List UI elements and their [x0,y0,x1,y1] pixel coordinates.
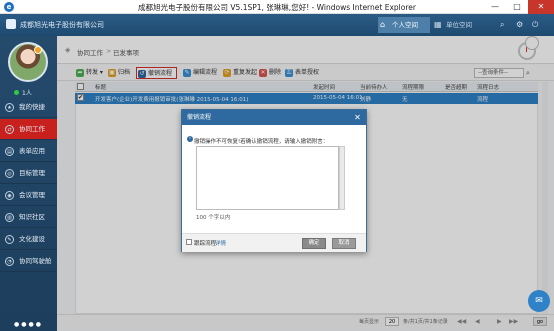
trace-flow-label: 跟踪流程 [194,241,217,247]
dialog-footer: 跟踪流程 详情 确定 取消 [182,233,366,252]
window-titlebar: e 成都旭光电子股份有限公司 V5.1SP1, 张琳琳,您好! - Window… [0,0,554,14]
sidebar-item-label: 知识社区 [19,213,45,221]
nav-personal-label: 个人空间 [392,21,418,29]
revoke-flow-dialog: 撤销流程 ✕ i 撤销操作不可恢复!若确认撤销流程，请输入撤销附言： 100 个… [181,109,367,252]
sidebar-item-shortcuts[interactable]: ★ 我的快捷 [0,97,57,118]
company-logo [6,19,16,29]
form-icon: ▤ [5,147,14,156]
trace-flow-checkbox[interactable] [186,239,192,245]
dialog-title: 撤销流程 [182,110,366,125]
confirm-button[interactable]: 确定 [302,238,326,249]
sidebar-item-label: 目标管理 [19,169,45,177]
culture-icon: ✎ [5,235,14,244]
target-icon: ◎ [5,169,14,178]
star-icon: ★ [5,103,14,112]
nav-personal-space[interactable]: ⌂ 个人空间 [378,17,430,33]
window-title: 成都旭光电子股份有限公司 V5.1SP1, 张琳琳,您好! - Windows … [138,3,416,12]
user-status-label: 1人 [22,90,32,97]
book-icon: ▥ [5,213,14,222]
sidebar-item-label: 会议管理 [19,191,45,199]
char-limit-hint: 100 个字以内 [196,215,231,221]
sidebar-item-collaboration[interactable]: ⇄ 协同工作 [0,119,57,140]
company-name: 成都旭光电子股份有限公司 [20,21,104,29]
sidebar-item-goals[interactable]: ◎ 目标管理 [0,163,57,184]
meeting-icon: ◉ [5,191,14,200]
chat-float-icon[interactable]: ✉ [528,290,550,312]
sidebar-item-cockpit[interactable]: ◔ 协同驾驶舱 [0,251,57,272]
app-header: 成都旭光电子股份有限公司 ⌂ 个人空间 ▦ 单位空间 ⌕ ⚙ ⏻ [0,14,554,36]
sidebar-item-meetings[interactable]: ◉ 会议管理 [0,185,57,206]
building-icon: ▦ [434,20,442,29]
sidebar-more-dots[interactable]: ●●●● [14,321,43,328]
search-icon[interactable]: ⌕ [500,20,504,30]
sidebar-item-label: 协同工作 [19,125,45,133]
sidebar-item-culture[interactable]: ✎ 文化建设 [0,229,57,250]
settings-icon[interactable]: ⚙ [516,20,523,29]
avatar[interactable] [8,42,48,82]
notification-badge[interactable] [34,46,42,54]
dialog-close-button[interactable]: ✕ [353,113,362,122]
nav-unit-space[interactable]: ▦ 单位空间 [432,17,486,33]
dashboard-icon: ◔ [5,257,14,266]
sidebar-item-label: 协同驾驶舱 [19,257,52,265]
nav-unit-label: 单位空间 [446,21,472,29]
sidebar-item-forms[interactable]: ▤ 表单应用 [0,141,57,162]
trace-flow-link[interactable]: 详情 [215,239,226,247]
cancel-button[interactable]: 取消 [332,238,356,249]
home-icon: ⌂ [380,20,386,29]
revoke-note-textarea[interactable] [196,146,339,210]
minimize-button[interactable]: — [484,0,506,14]
sidebar-item-knowledge[interactable]: ▥ 知识社区 [0,207,57,228]
textarea-scrollbar[interactable] [339,146,345,210]
sidebar-item-label: 文化建设 [19,235,45,243]
dialog-message: 撤销操作不可恢复!若确认撤销流程，请输入撤销附言： [194,139,329,145]
sidebar-item-label: 我的快捷 [19,103,45,111]
close-window-button[interactable]: ✕ [528,0,554,14]
online-status-icon [14,90,19,95]
collaboration-icon: ⇄ [5,125,14,134]
sidebar-item-label: 表单应用 [19,147,45,155]
maximize-button[interactable]: □ [506,0,528,14]
logout-icon[interactable]: ⏻ [532,20,538,30]
info-icon: i [187,136,193,142]
sidebar: 1人 ★ 我的快捷 ⇄ 协同工作 ▤ 表单应用 ◎ 目标管理 ◉ 会议管理 ▥ … [0,36,57,331]
